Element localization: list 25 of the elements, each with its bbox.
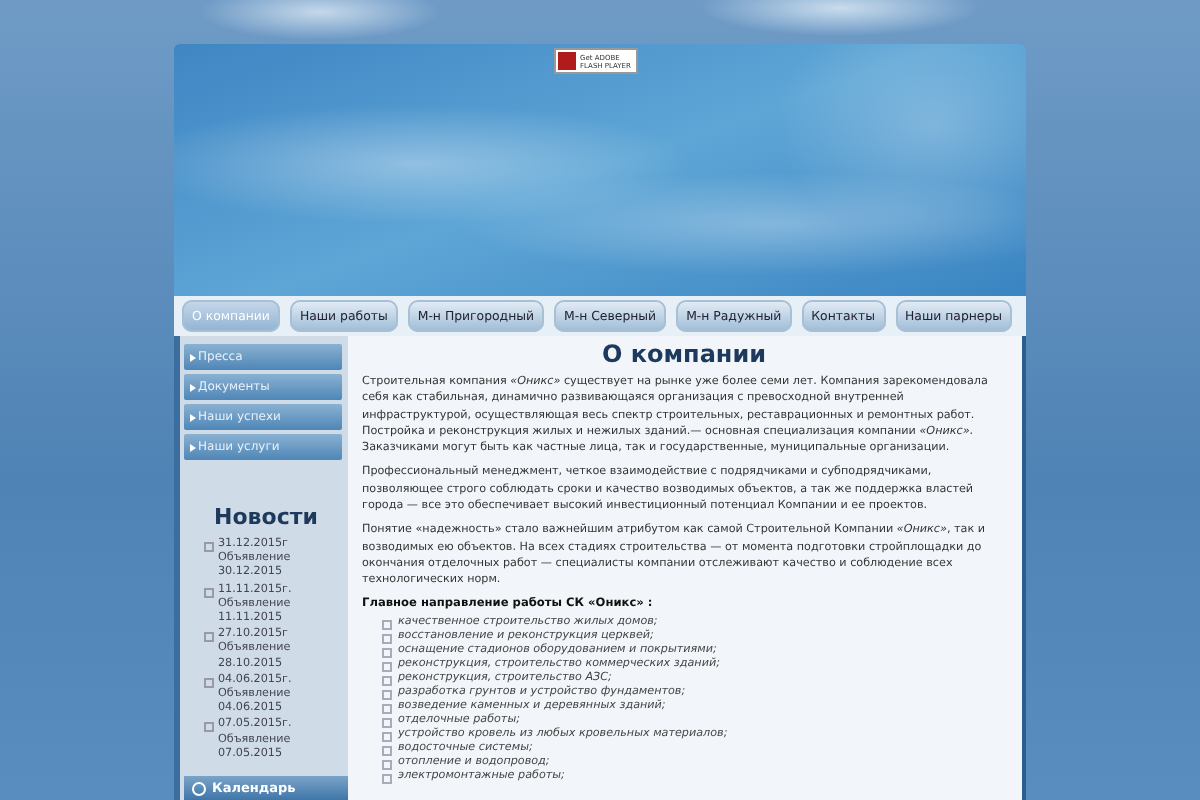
bullet-icon bbox=[382, 661, 392, 672]
bullet-icon bbox=[382, 773, 392, 784]
triangle-icon bbox=[190, 414, 196, 422]
triangle-icon bbox=[190, 384, 196, 392]
bullet-icon bbox=[204, 587, 214, 598]
bullet-icon bbox=[382, 759, 392, 770]
bullet-icon bbox=[204, 542, 214, 552]
news-title: Новости bbox=[212, 504, 320, 530]
bullet-icon bbox=[382, 731, 392, 742]
circle-icon bbox=[192, 781, 206, 795]
bullet-icon bbox=[204, 677, 214, 688]
page-title: О компании bbox=[599, 340, 769, 368]
flash-logo-icon bbox=[558, 52, 576, 70]
bullet-icon bbox=[382, 675, 392, 686]
bullet-icon bbox=[382, 619, 392, 630]
triangle-icon bbox=[190, 354, 196, 362]
bullet-icon bbox=[382, 633, 392, 644]
bullet-icon bbox=[204, 722, 214, 733]
bullet-icon bbox=[382, 647, 392, 658]
bullet-icon bbox=[204, 632, 214, 643]
bullet-icon bbox=[382, 717, 392, 728]
bullet-icon bbox=[382, 745, 392, 756]
bullet-icon bbox=[382, 689, 392, 700]
triangle-icon bbox=[190, 444, 196, 452]
bullet-icon bbox=[382, 703, 392, 714]
